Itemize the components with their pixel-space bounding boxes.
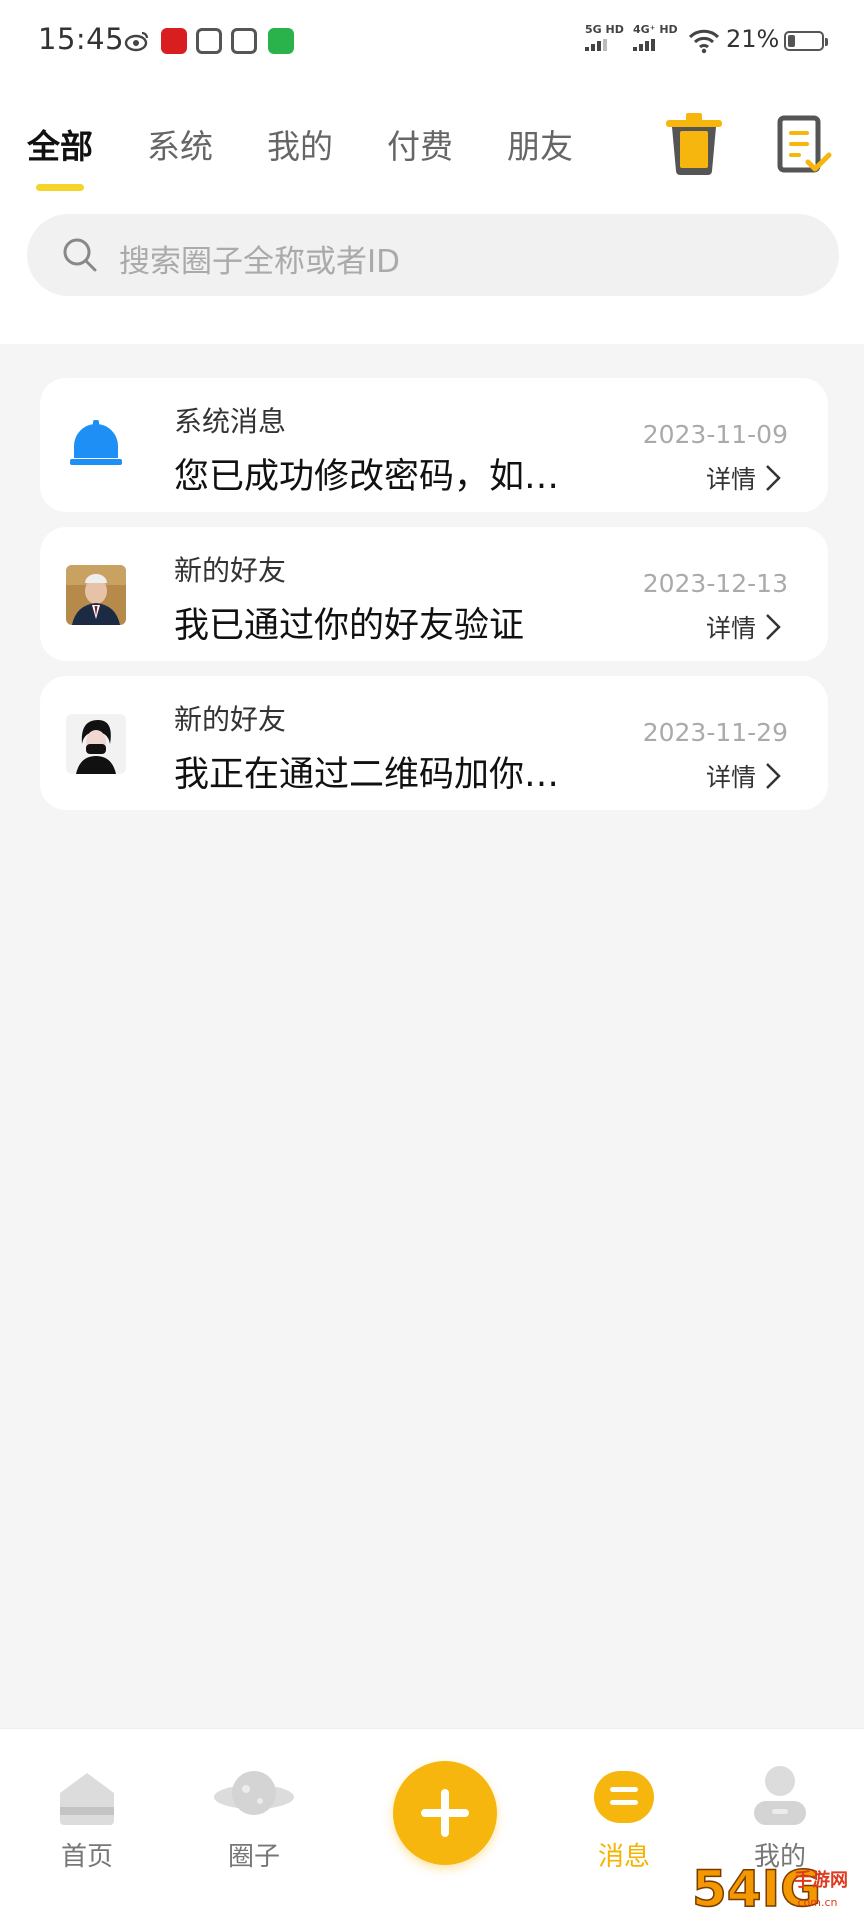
search-icon	[63, 238, 97, 272]
status-bar: 15:45 5G HD 4G⁺ HD 21%	[0, 0, 864, 84]
detail-link[interactable]: 详情	[706, 609, 782, 645]
plus-icon	[421, 1789, 469, 1837]
detail-link[interactable]: 详情	[706, 758, 782, 794]
tab-all[interactable]: 全部	[27, 120, 93, 168]
watermark-logo: 54IG 手游网 .com.cn	[690, 1852, 864, 1919]
signal-4g: 4G⁺ HD	[633, 24, 678, 51]
nav-messages-label: 消息	[597, 1842, 650, 1872]
user-avatar-photo	[66, 565, 126, 625]
wechat-icon	[268, 28, 294, 54]
signal-4g-label: 4G⁺ HD	[633, 23, 678, 36]
signal-5g: 5G HD	[585, 24, 624, 51]
nav-home-label: 首页	[60, 1842, 113, 1872]
message-preview: 您已成功修改密码，如…	[174, 457, 560, 497]
battery-percent: 21%	[726, 25, 780, 53]
search-bar[interactable]: 搜索圈子全称或者ID	[27, 214, 839, 296]
message-item-system[interactable]: 系统消息 您已成功修改密码，如… 2023-11-09 详情	[40, 378, 828, 512]
status-time: 15:45	[38, 22, 125, 56]
message-date: 2023-11-29	[642, 718, 788, 747]
tab-paid[interactable]: 付费	[387, 120, 453, 168]
nav-circle-label: 圈子	[227, 1842, 280, 1872]
signal-5g-label: 5G HD	[585, 23, 624, 36]
svg-text:.com.cn: .com.cn	[794, 1896, 838, 1909]
detail-label: 详情	[705, 763, 756, 792]
message-item-friend[interactable]: 新的好友 我已通过你的好友验证 2023-12-13 详情	[40, 527, 828, 661]
search-placeholder: 搜索圈子全称或者ID	[119, 244, 401, 280]
message-type: 系统消息	[174, 405, 287, 438]
add-button[interactable]	[393, 1761, 497, 1865]
checklist-icon[interactable]	[776, 115, 836, 177]
nav-messages[interactable]: 消息	[554, 1729, 694, 1920]
nav-circle[interactable]: 圈子	[184, 1729, 324, 1920]
tab-system[interactable]: 系统	[147, 120, 213, 168]
wifi-icon	[688, 28, 720, 58]
user-icon	[754, 1766, 806, 1825]
home-icon	[60, 1773, 114, 1825]
message-preview: 我已通过你的好友验证	[174, 606, 525, 646]
message-preview: 我正在通过二维码加你…	[174, 755, 560, 795]
message-type: 新的好友	[174, 703, 287, 736]
nav-add[interactable]	[374, 1729, 514, 1920]
planet-icon	[214, 1771, 294, 1815]
svg-text:手游网: 手游网	[794, 1869, 848, 1891]
grey-app-icon-2	[231, 28, 257, 54]
filter-tabs: 全部 系统 我的 付费 朋友	[0, 120, 864, 200]
message-date: 2023-11-09	[642, 420, 788, 449]
user-avatar-photo	[66, 714, 126, 774]
detail-label: 详情	[705, 465, 756, 494]
active-tab-indicator	[36, 184, 84, 191]
nav-home[interactable]: 首页	[17, 1729, 157, 1920]
bell-icon	[66, 416, 126, 476]
chevron-right-icon	[766, 465, 781, 491]
chevron-right-icon	[766, 763, 781, 789]
weibo-icon	[124, 28, 150, 54]
detail-link[interactable]: 详情	[706, 460, 782, 496]
message-icon	[594, 1771, 654, 1823]
message-type: 新的好友	[174, 554, 287, 587]
trash-icon[interactable]	[662, 110, 726, 176]
chevron-right-icon	[766, 614, 781, 640]
battery-icon	[784, 31, 828, 51]
red-app-icon	[161, 28, 187, 54]
message-item-friend[interactable]: 新的好友 我正在通过二维码加你… 2023-11-29 详情	[40, 676, 828, 810]
tab-friends[interactable]: 朋友	[507, 120, 573, 168]
detail-label: 详情	[705, 614, 756, 643]
tab-mine[interactable]: 我的	[267, 120, 333, 168]
message-date: 2023-12-13	[642, 569, 788, 598]
grey-app-icon	[196, 28, 222, 54]
